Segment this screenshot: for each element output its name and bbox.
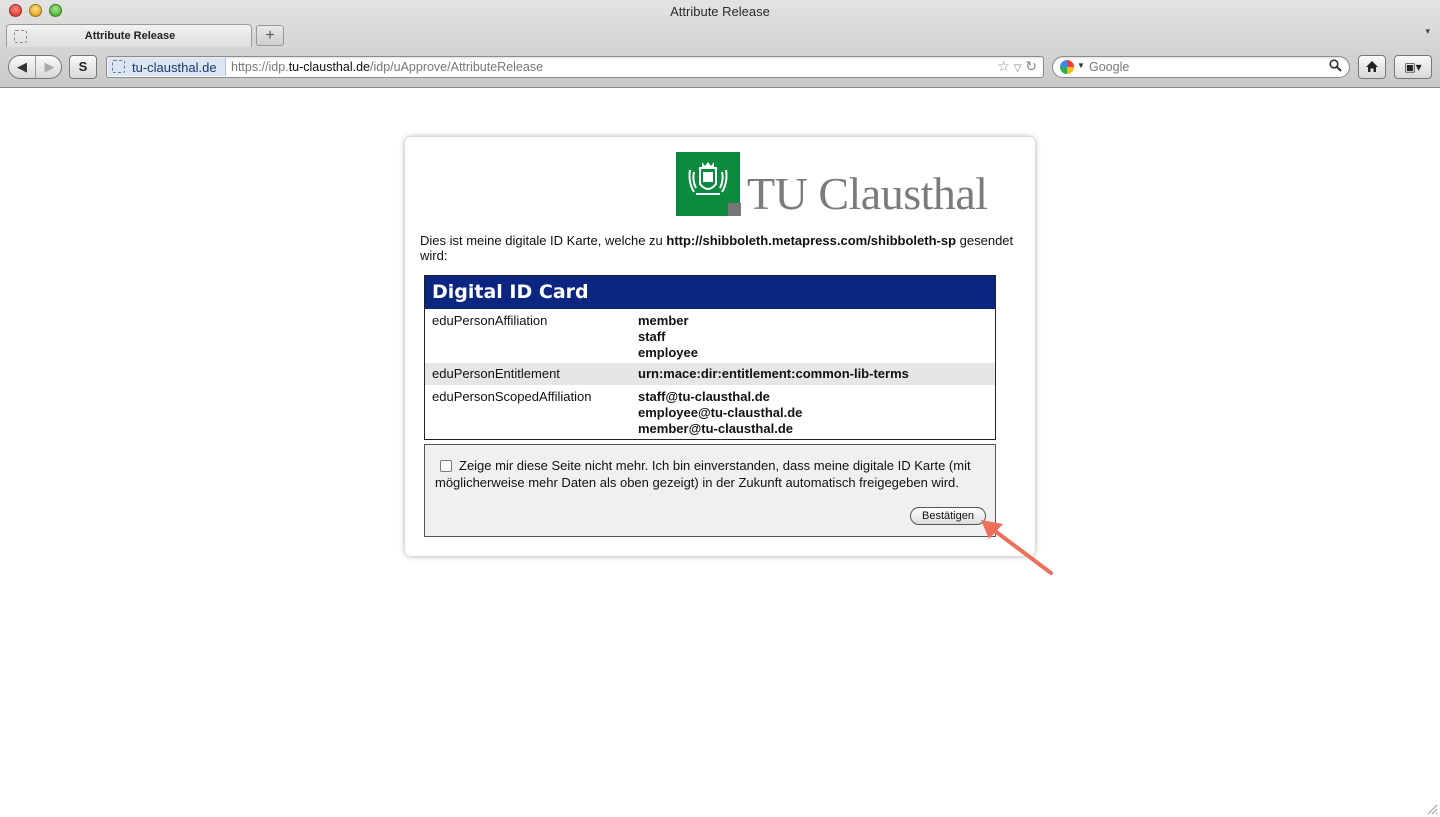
navigation-toolbar: ◀ ▶ S tu-clausthal.de https://idp.tu-cla… bbox=[0, 50, 1440, 86]
resize-grip-icon[interactable] bbox=[1426, 803, 1438, 815]
search-magnifier-icon[interactable] bbox=[1329, 59, 1342, 75]
title-bar: Attribute Release bbox=[0, 0, 1440, 22]
site-identity-label: tu-clausthal.de bbox=[132, 60, 217, 75]
site-identity-icon bbox=[112, 60, 125, 73]
attribute-values: urn:mace:dir:entitlement:common-lib-term… bbox=[638, 366, 909, 382]
tu-clausthal-logo: TU Clausthal bbox=[675, 151, 1025, 219]
browser-chrome: Attribute Release Attribute Release + ▾ … bbox=[0, 0, 1440, 88]
url-actions: ☆ ▽ ↻ bbox=[997, 58, 1037, 75]
attribute-value: staff bbox=[638, 329, 666, 344]
extensions-menu-button[interactable]: ▣▾ bbox=[1394, 55, 1432, 79]
window-title: Attribute Release bbox=[670, 4, 770, 19]
engine-dropdown-icon[interactable]: ▼ bbox=[1077, 61, 1085, 70]
attribute-value: employee bbox=[638, 345, 698, 360]
crest-icon bbox=[688, 162, 728, 195]
site-identity-button[interactable]: tu-clausthal.de bbox=[108, 58, 226, 76]
attribute-value: member bbox=[638, 313, 689, 328]
service-provider-url: http://shibboleth.metapress.com/shibbole… bbox=[666, 233, 957, 248]
attribute-row: eduPersonScopedAffiliation staff@tu-clau… bbox=[425, 385, 995, 439]
url-prefix: https://idp. bbox=[231, 60, 289, 74]
attribute-name: eduPersonAffiliation bbox=[432, 313, 548, 328]
tab-list-chevron-icon[interactable]: ▾ bbox=[1425, 26, 1430, 37]
attribute-value: urn:mace:dir:entitlement:common-lib-term… bbox=[638, 366, 909, 381]
attribute-row: eduPersonEntitlement urn:mace:dir:entitl… bbox=[425, 363, 995, 385]
s-extension-button[interactable]: S bbox=[69, 55, 97, 79]
tab-label: Attribute Release bbox=[84, 30, 176, 42]
digital-id-card: Digital ID Card eduPersonAffiliation mem… bbox=[424, 275, 996, 440]
annotation-arrow-icon bbox=[981, 520, 1053, 575]
reload-icon[interactable]: ↻ bbox=[1025, 58, 1037, 74]
url-path: /idp/uApprove/AttributeRelease bbox=[370, 60, 544, 74]
address-bar[interactable]: tu-clausthal.de https://idp.tu-clausthal… bbox=[106, 56, 1044, 78]
intro-before: Dies ist meine digitale ID Karte, welche… bbox=[420, 233, 667, 248]
home-icon bbox=[1366, 61, 1378, 72]
search-bar[interactable]: ▼ Google bbox=[1052, 56, 1350, 78]
back-forward-group: ◀ ▶ bbox=[8, 55, 62, 79]
consent-box: Zeige mir diese Seite nicht mehr. Ich bi… bbox=[424, 444, 996, 537]
attribute-release-panel: TU Clausthal Dies ist meine digitale ID … bbox=[405, 137, 1035, 556]
id-card-title: Digital ID Card bbox=[425, 276, 995, 309]
tab-attribute-release[interactable]: Attribute Release bbox=[6, 24, 252, 47]
google-engine-icon[interactable] bbox=[1060, 60, 1074, 74]
forward-button[interactable]: ▶ bbox=[36, 56, 61, 78]
new-tab-button[interactable]: + bbox=[256, 25, 284, 46]
remember-consent-checkbox[interactable] bbox=[440, 460, 452, 472]
attribute-values: staff@tu-clausthal.de employee@tu-claust… bbox=[638, 389, 802, 437]
back-button[interactable]: ◀ bbox=[9, 56, 36, 78]
attribute-value: employee@tu-clausthal.de bbox=[638, 405, 803, 420]
attribute-value: member@tu-clausthal.de bbox=[638, 421, 793, 436]
logo-square-mark bbox=[728, 203, 741, 216]
attribute-row: eduPersonAffiliation member staff employ… bbox=[425, 309, 995, 363]
attribute-name: eduPersonScopedAffiliation bbox=[432, 389, 592, 404]
bookmark-star-icon[interactable]: ☆ bbox=[997, 58, 1010, 74]
logo-wordmark: TU Clausthal bbox=[747, 168, 988, 219]
attribute-value: staff@tu-clausthal.de bbox=[638, 389, 770, 404]
consent-text: Zeige mir diese Seite nicht mehr. Ich bi… bbox=[435, 458, 971, 490]
attribute-name: eduPersonEntitlement bbox=[432, 366, 560, 381]
home-button[interactable] bbox=[1358, 55, 1386, 79]
intro-text: Dies ist meine digitale ID Karte, welche… bbox=[420, 233, 1020, 263]
url-host: tu-clausthal.de bbox=[288, 60, 370, 74]
attribute-values: member staff employee bbox=[638, 313, 698, 361]
url-history-dropdown-icon[interactable]: ▽ bbox=[1014, 63, 1022, 74]
search-input[interactable]: Google bbox=[1089, 60, 1129, 74]
tab-bar: Attribute Release + ▾ bbox=[0, 22, 1440, 47]
url-text: https://idp.tu-clausthal.de/idp/uApprove… bbox=[231, 60, 543, 74]
